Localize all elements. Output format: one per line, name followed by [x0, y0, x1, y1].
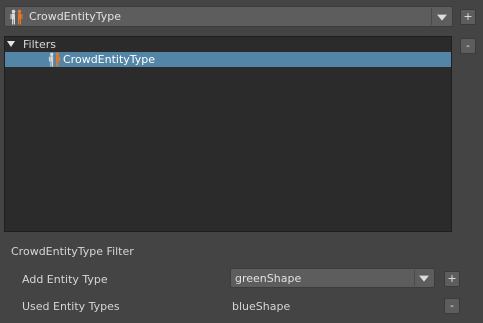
combo-dropdown-button[interactable]	[431, 8, 451, 25]
filter-section-heading: CrowdEntityType Filter	[11, 245, 134, 258]
tree-item-crowd-entity-type[interactable]: CrowdEntityType	[5, 52, 451, 67]
chevron-down-icon	[419, 275, 429, 282]
remove-entity-type-node-button[interactable]: -	[460, 38, 476, 54]
used-entity-types-label: Used Entity Types	[22, 300, 120, 313]
expand-triangle-icon[interactable]	[7, 41, 15, 47]
used-entity-types-value: blueShape	[232, 300, 291, 313]
crowd-entity-icon	[9, 9, 25, 25]
entity-type-combo[interactable]: CrowdEntityType	[4, 6, 453, 27]
crowd-entity-icon	[47, 52, 63, 67]
tree-item-label: Filters	[23, 38, 56, 51]
add-entity-type-node-button[interactable]: +	[460, 9, 476, 25]
remove-entity-type-button[interactable]: -	[444, 298, 460, 314]
entity-type-combo-value: CrowdEntityType	[29, 10, 122, 23]
tree-item-filters[interactable]: Filters	[5, 38, 451, 51]
add-entity-type-button[interactable]: +	[444, 271, 460, 287]
filter-tree[interactable]: Filters CrowdEntityType	[4, 36, 452, 232]
add-entity-type-combo[interactable]: greenShape	[230, 268, 435, 288]
combo-dropdown-button[interactable]	[414, 270, 433, 286]
add-entity-type-combo-value: greenShape	[235, 272, 302, 285]
chevron-down-icon	[436, 14, 447, 21]
tree-item-label: CrowdEntityType	[63, 53, 156, 66]
add-entity-type-label: Add Entity Type	[22, 273, 108, 286]
